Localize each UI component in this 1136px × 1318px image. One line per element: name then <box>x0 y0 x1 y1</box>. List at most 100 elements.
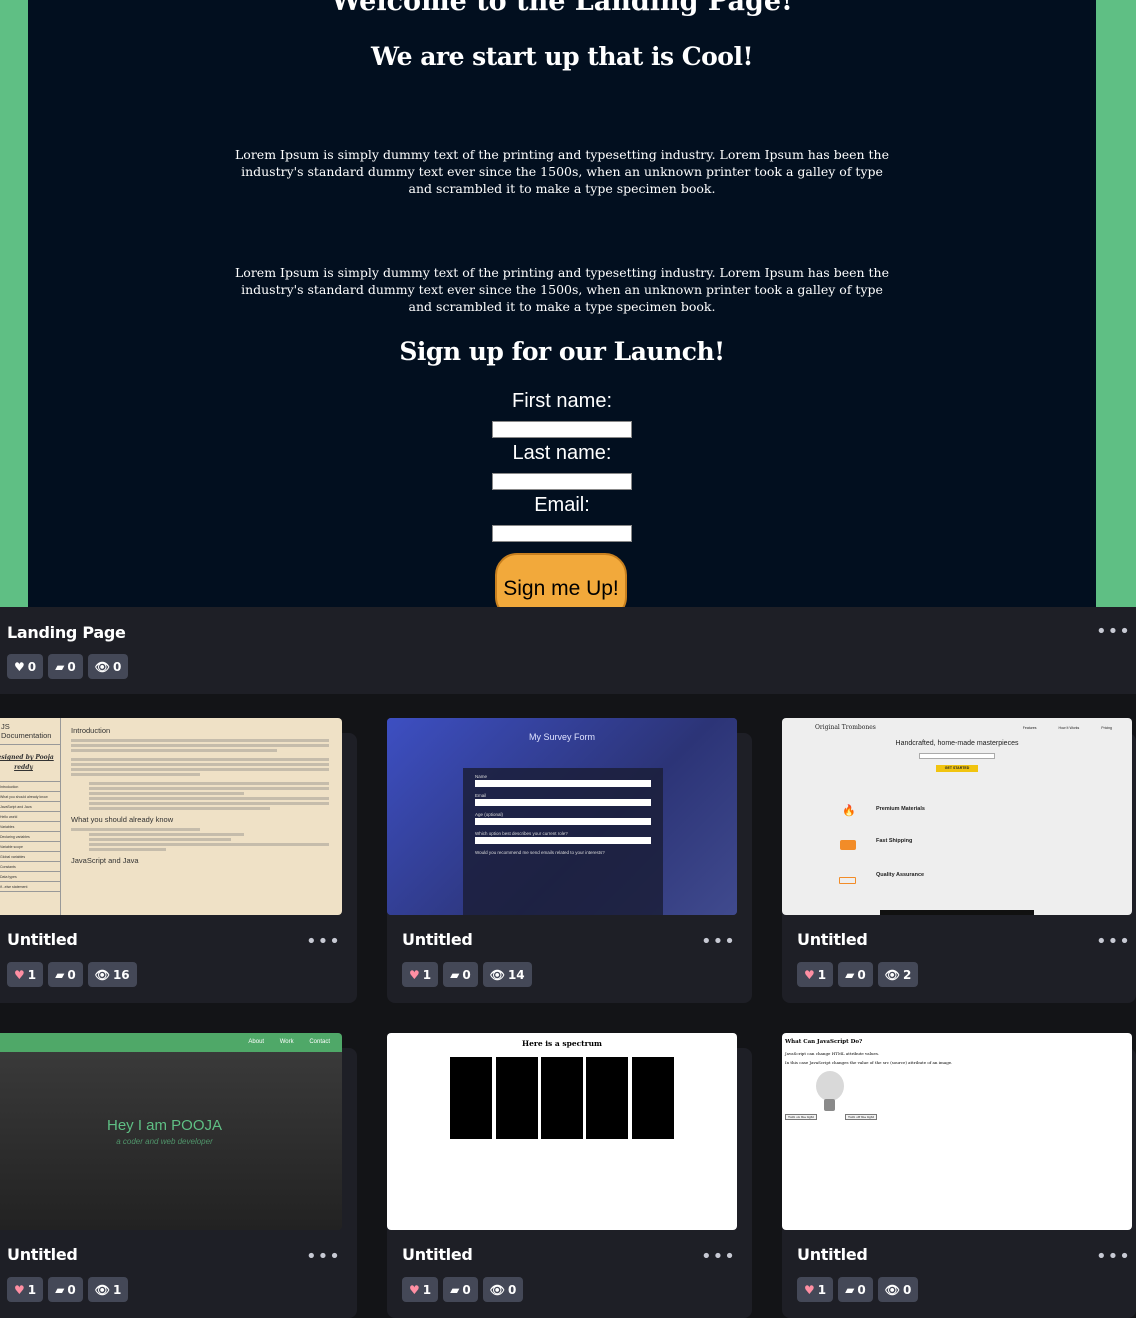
pen-stats: ♥ 1 ▰ 0 👁 16 <box>7 962 137 987</box>
eye-icon: 👁 <box>94 659 110 674</box>
views-count[interactable]: 👁 16 <box>87 962 137 987</box>
doc-heading: What you should already know <box>71 815 174 824</box>
more-options-button[interactable]: ••• <box>701 933 736 951</box>
views-count[interactable]: 👁 1 <box>87 1277 129 1302</box>
portfolio-nav-item: Work <box>279 1039 294 1045</box>
pen-stats: ♥ 1 ▰ 0 👁 2 <box>797 962 919 987</box>
comment-button[interactable]: ▰ 0 <box>838 1277 873 1302</box>
views-count[interactable]: 👁 0 <box>87 654 129 679</box>
js-demo-text: JavaScript can change HTML attribute val… <box>785 1051 880 1056</box>
doc-nav-item: Introduction <box>0 782 60 792</box>
pen-preview-javascript-demo[interactable]: What Can JavaScript Do? JavaScript can c… <box>782 1033 1132 1230</box>
pen-title[interactable]: Untitled <box>797 1245 868 1264</box>
tromb-nav-item: How It Works <box>1058 726 1080 730</box>
comment-button[interactable]: ▰ 0 <box>443 1277 478 1302</box>
tromb-brand: Original Trombones <box>815 724 876 731</box>
spectrum-block <box>496 1057 538 1139</box>
doc-nav-item: Declaring variables <box>0 832 60 842</box>
sign-me-up-button[interactable]: Sign me Up! <box>495 553 627 607</box>
tromb-headline: Handcrafted, home-made masterpieces <box>895 740 1019 747</box>
turn-on-button: Turn on the light <box>785 1114 817 1120</box>
like-button[interactable]: ♥ 1 <box>797 962 834 987</box>
spectrum-block <box>450 1057 492 1139</box>
doc-nav-item: What you should already know <box>0 792 60 802</box>
pen-preview-js-documentation[interactable]: JS Documentation designed by Pooja reddy… <box>0 718 342 915</box>
pen-stats: ♥ 1 ▰ 0 👁 14 <box>402 962 532 987</box>
views-count[interactable]: 👁 0 <box>482 1277 524 1302</box>
doc-heading: JavaScript and Java <box>71 856 139 865</box>
doc-nav-item: Variables <box>0 822 60 832</box>
eye-icon: 👁 <box>94 967 110 982</box>
featured-pen-preview[interactable]: Welcome to the Landing Page! We are star… <box>0 0 1136 607</box>
pen-preview-survey-form[interactable]: My Survey Form Name Email Age (optional)… <box>387 718 737 915</box>
first-name-field[interactable] <box>492 421 632 438</box>
tromb-feature: Premium Materials <box>876 806 925 812</box>
pen-preview-trombones[interactable]: Original Trombones Features How It Works… <box>782 718 1132 915</box>
last-name-field[interactable] <box>492 473 632 490</box>
survey-field-label: Name <box>475 774 488 779</box>
doc-nav-item: JavaScript and Java <box>0 802 60 812</box>
views-count[interactable]: 👁 14 <box>482 962 532 987</box>
like-button[interactable]: ♥ 1 <box>797 1277 834 1302</box>
views-count[interactable]: 👁 2 <box>877 962 919 987</box>
email-label: Email: <box>534 494 590 516</box>
lightbulb-icon <box>816 1071 844 1101</box>
email-field[interactable] <box>492 525 632 542</box>
portfolio-subtitle: a coder and web developer <box>116 1137 213 1146</box>
tromb-nav-item: Features <box>1022 726 1037 730</box>
doc-heading: Introduction <box>71 726 111 735</box>
portfolio-name: Hey I am POOJA <box>106 1117 223 1134</box>
comment-icon: ▰ <box>450 1282 460 1297</box>
doc-nav-item: Data types <box>0 872 60 882</box>
heart-icon: ♥ <box>409 967 420 982</box>
battery-icon <box>839 877 856 884</box>
heart-icon: ♥ <box>14 1282 25 1297</box>
comment-button[interactable]: ▰ 0 <box>443 962 478 987</box>
doc-nav-item: Hello world <box>0 812 60 822</box>
pen-title[interactable]: Untitled <box>797 930 868 949</box>
comment-button[interactable]: ▰ 0 <box>48 1277 83 1302</box>
preview-signup-heading: Sign up for our Launch! <box>399 337 725 366</box>
pen-title[interactable]: Untitled <box>402 1245 473 1264</box>
eye-icon: 👁 <box>884 1282 900 1297</box>
pen-preview-portfolio[interactable]: About Work Contact Hey I am POOJA a code… <box>0 1033 342 1230</box>
like-button[interactable]: ♥ 1 <box>402 1277 439 1302</box>
doc-nav-item: Global variables <box>0 852 60 862</box>
like-button[interactable]: ♥ 1 <box>402 962 439 987</box>
portfolio-nav-item: Contact <box>309 1039 330 1045</box>
pen-stats: ♥ 1 ▰ 0 👁 1 <box>7 1277 129 1302</box>
tromb-nav-item: Pricing <box>1101 726 1112 730</box>
landing-page-preview[interactable]: Welcome to the Landing Page! We are star… <box>28 0 1096 607</box>
turn-off-button: Turn off the light <box>845 1114 877 1120</box>
pen-title[interactable]: Untitled <box>7 930 78 949</box>
eye-icon: 👁 <box>94 1282 110 1297</box>
preview-paragraph: Lorem Ipsum is simply dummy text of the … <box>235 265 889 314</box>
spectrum-block <box>586 1057 628 1139</box>
more-options-button[interactable]: ••• <box>701 1248 736 1266</box>
heart-icon: ♥ <box>804 967 815 982</box>
more-options-button[interactable]: ••• <box>1096 1248 1131 1266</box>
pen-stats: ♥ 1 ▰ 0 👁 0 <box>797 1277 919 1302</box>
comment-icon: ▰ <box>845 1282 855 1297</box>
views-count[interactable]: 👁 0 <box>877 1277 919 1302</box>
more-options-button[interactable]: ••• <box>306 1248 341 1266</box>
comment-button[interactable]: ▰ 0 <box>48 962 83 987</box>
like-button[interactable]: ♥ 0 <box>7 654 44 679</box>
comment-button[interactable]: ▰ 0 <box>48 654 83 679</box>
comment-button[interactable]: ▰ 0 <box>838 962 873 987</box>
pen-stats: ♥ 0 ▰ 0 👁 0 <box>7 654 129 679</box>
spectrum-block <box>632 1057 674 1139</box>
survey-field-label: Which option best describes your current… <box>475 831 568 836</box>
more-options-button[interactable]: ••• <box>306 933 341 951</box>
pen-preview-spectrum[interactable]: Here is a spectrum <box>387 1033 737 1230</box>
pen-title[interactable]: Untitled <box>7 1245 78 1264</box>
more-options-button[interactable]: ••• <box>1096 933 1131 951</box>
heart-icon: ♥ <box>14 659 25 674</box>
like-button[interactable]: ♥ 1 <box>7 962 44 987</box>
doc-nav-item: Variable scope <box>0 842 60 852</box>
like-button[interactable]: ♥ 1 <box>7 1277 44 1302</box>
pen-title[interactable]: Untitled <box>402 930 473 949</box>
more-options-button[interactable]: ••• <box>1096 623 1131 641</box>
pen-title[interactable]: Landing Page <box>7 623 126 642</box>
comment-icon: ▰ <box>450 967 460 982</box>
